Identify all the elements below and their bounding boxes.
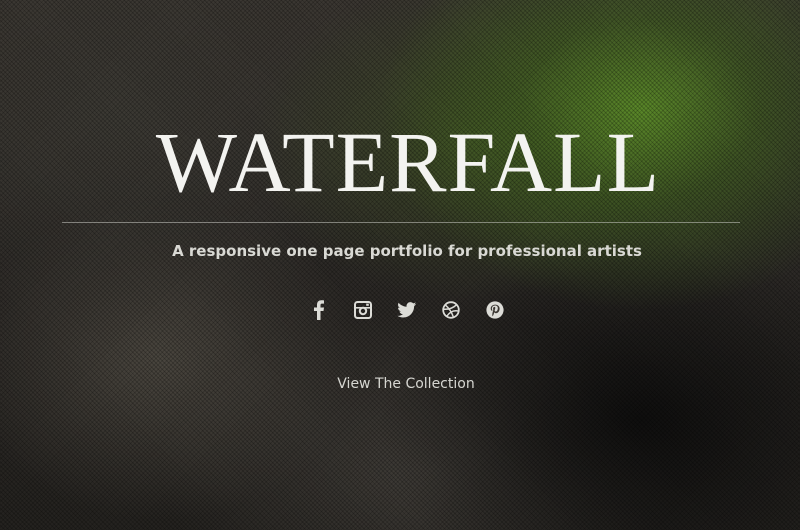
facebook-link[interactable] xyxy=(308,298,330,322)
hero-section: WATERFALL A responsive one page portfoli… xyxy=(0,0,800,530)
pinterest-icon xyxy=(486,301,504,319)
instagram-icon xyxy=(354,301,372,319)
dribbble-link[interactable] xyxy=(440,298,462,322)
twitter-icon xyxy=(397,302,417,318)
social-links xyxy=(0,298,800,322)
instagram-link[interactable] xyxy=(352,298,374,322)
hero-tagline: A responsive one page portfolio for prof… xyxy=(172,242,642,260)
view-collection-link[interactable]: View The Collection xyxy=(0,374,800,394)
dribbble-icon xyxy=(442,301,460,319)
title-divider xyxy=(62,222,740,223)
twitter-link[interactable] xyxy=(396,298,418,322)
site-title: WATERFALL xyxy=(155,114,661,210)
facebook-icon xyxy=(313,300,325,320)
pinterest-link[interactable] xyxy=(484,298,506,322)
